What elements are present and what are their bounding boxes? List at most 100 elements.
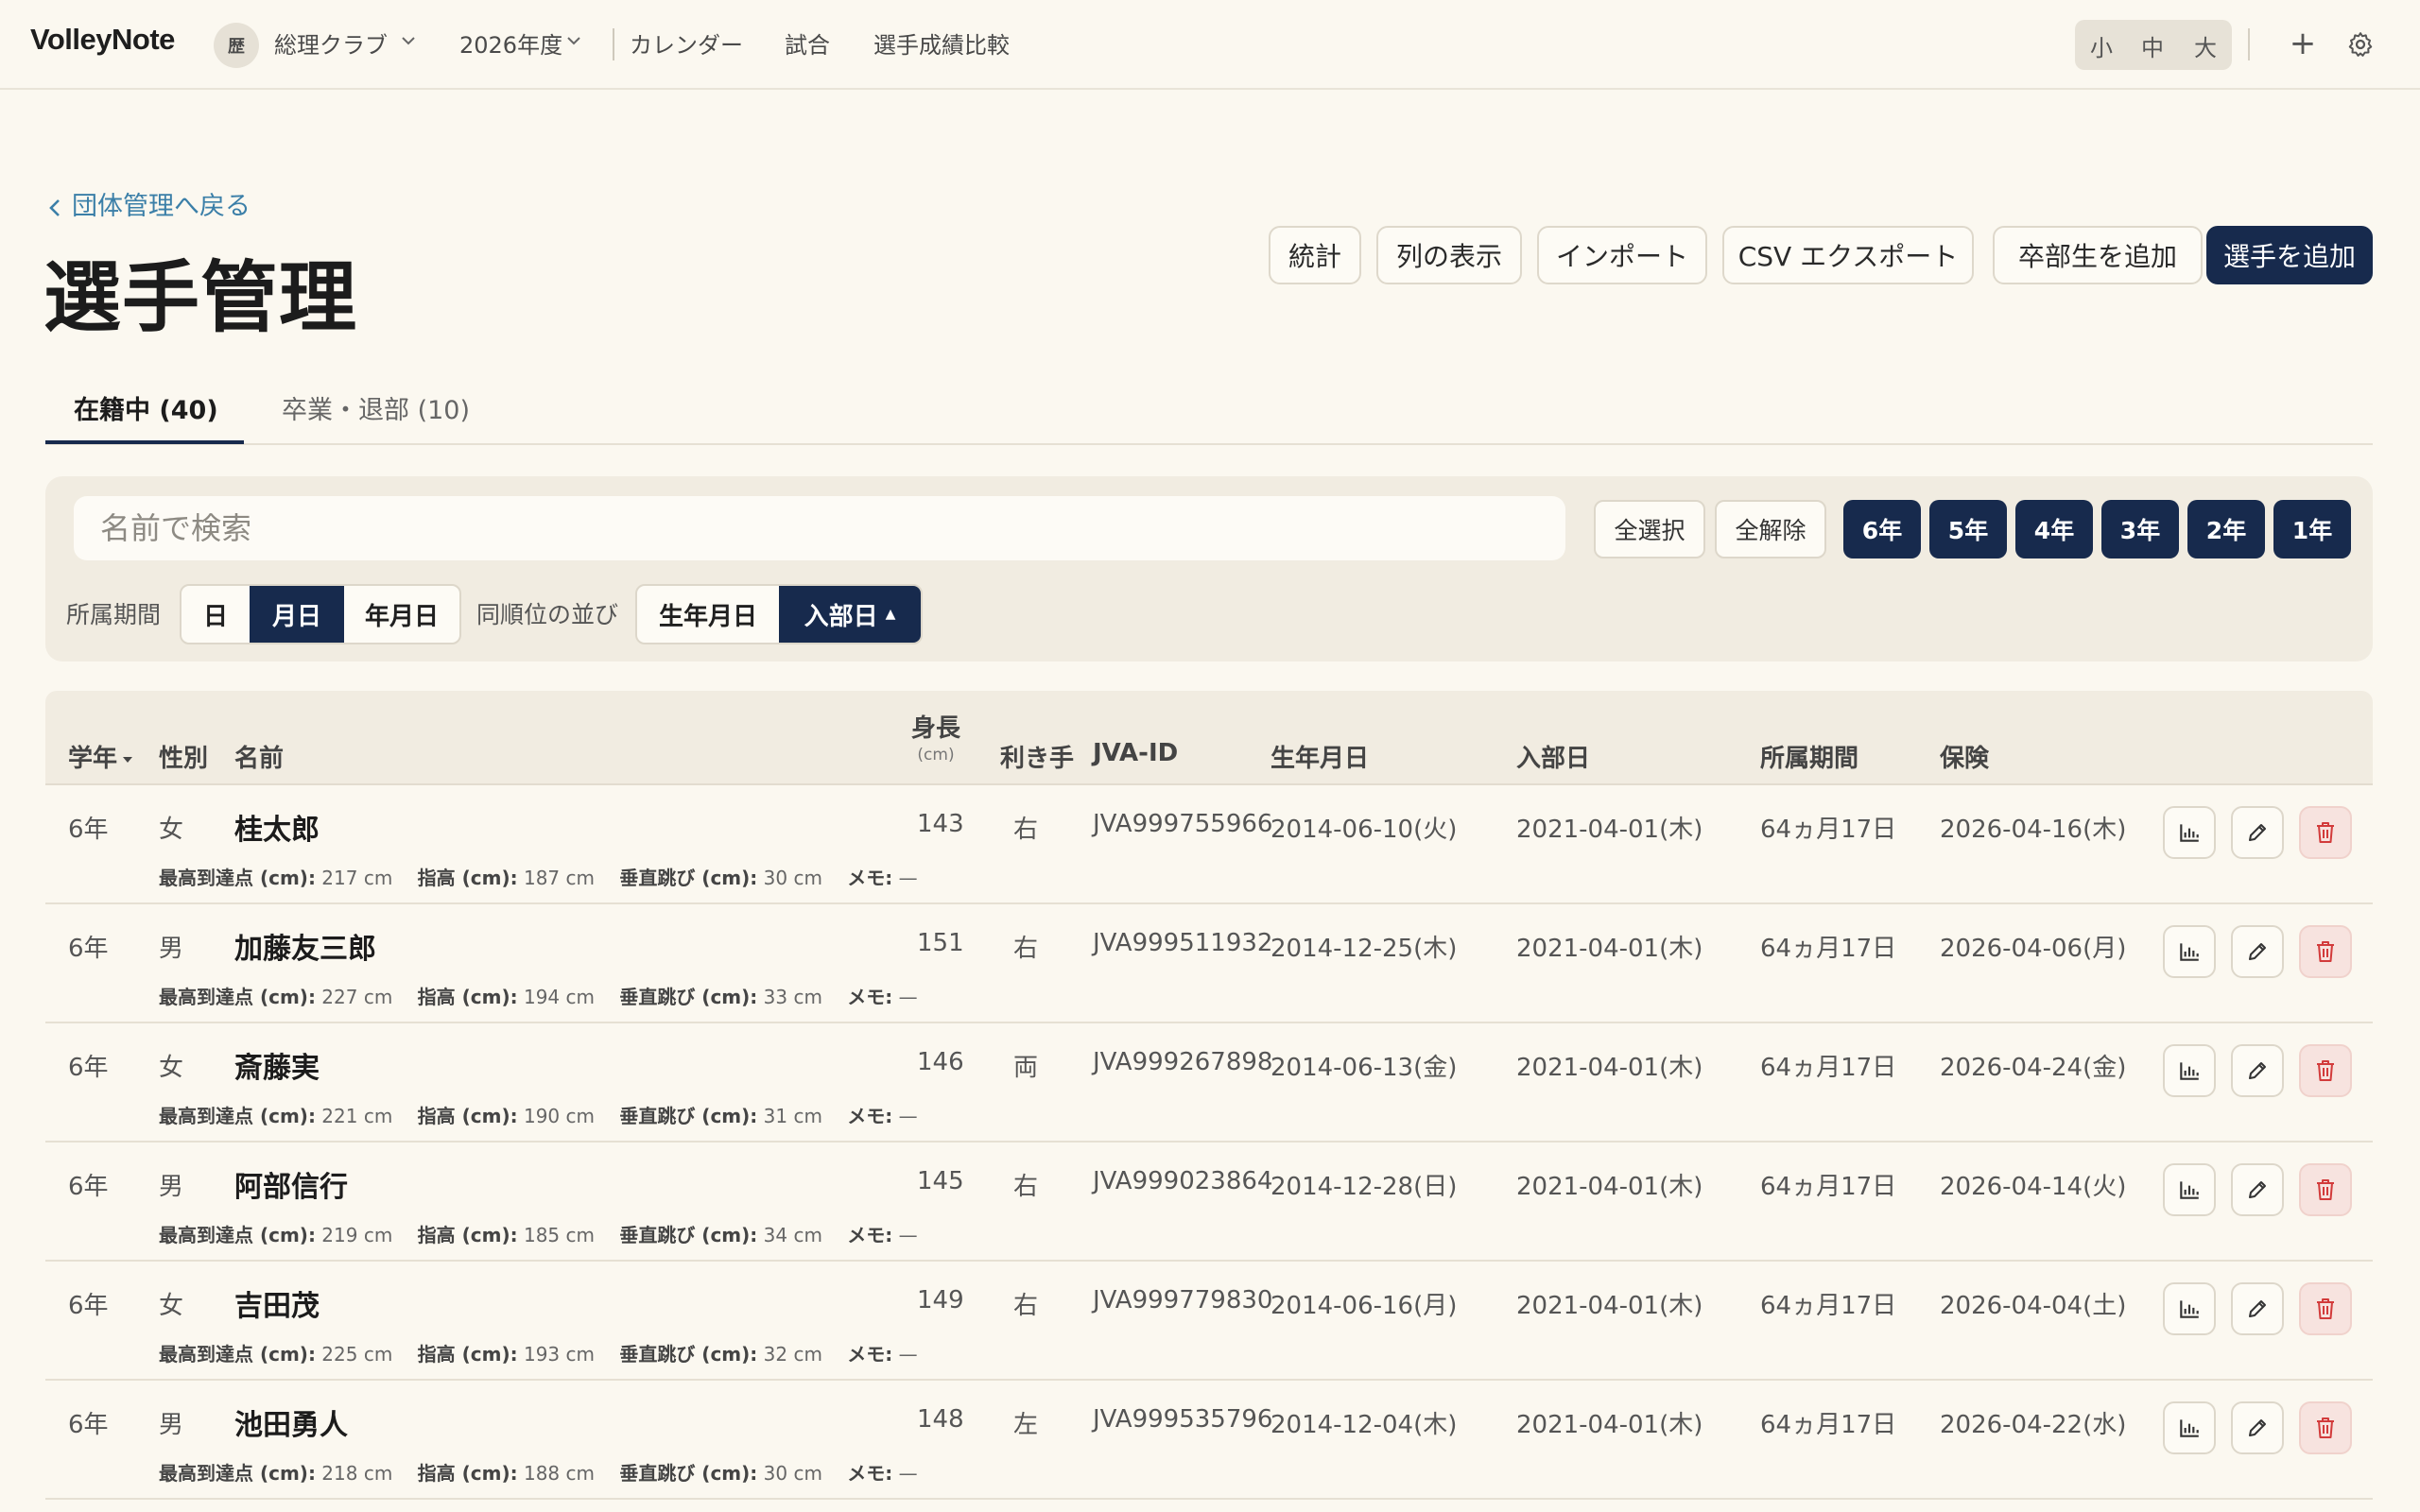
gear-icon[interactable] [2346, 30, 2375, 59]
font-size-small[interactable]: 小 [2090, 29, 2113, 62]
period-option-month-day[interactable]: 月日 [250, 586, 344, 643]
grade-filter-3[interactable]: 3年 [2101, 500, 2179, 558]
add-player-button[interactable]: 選手を追加 [2206, 226, 2373, 284]
delete-row-button[interactable] [2299, 1401, 2352, 1454]
cell-height: 143 [917, 810, 964, 838]
tie-order-join-date[interactable]: 入部日 ▲ [779, 586, 921, 643]
player-metrics: 最高到達点 (cm): 225 cm 指高 (cm): 193 cm 垂直跳び … [159, 1339, 918, 1366]
edit-row-button[interactable] [2231, 925, 2284, 978]
club-selector[interactable]: 総理クラブ [274, 26, 388, 60]
memo-value: — [898, 1105, 918, 1127]
column-header-grade[interactable]: 学年 [68, 739, 133, 774]
nav-player-compare[interactable]: 選手成績比較 [873, 26, 1010, 60]
cell-jva-id: JVA999511932 [1093, 929, 1273, 957]
search-input[interactable] [74, 496, 1565, 560]
cell-player-name[interactable]: 吉田茂 [234, 1282, 320, 1324]
period-format-toggle: 日 月日 年月日 [180, 584, 461, 644]
cell-birthdate: 2014-12-28(日) [1270, 1173, 1458, 1201]
column-header-jva-id: JVA-ID [1093, 739, 1179, 767]
column-header-name: 名前 [234, 745, 285, 773]
cell-player-name[interactable]: 阿部信行 [234, 1163, 348, 1205]
delete-row-button[interactable] [2299, 1044, 2352, 1097]
stats-row-button[interactable] [2163, 1044, 2216, 1097]
grade-filter-1[interactable]: 1年 [2273, 500, 2351, 558]
cell-jva-id: JVA999779830 [1093, 1286, 1273, 1314]
cell-player-name[interactable]: 斎藤実 [234, 1044, 320, 1086]
column-header-join-date: 入部日 [1516, 745, 1591, 773]
column-header-height: 身長 (cm) [909, 709, 962, 765]
add-graduate-button[interactable]: 卒部生を追加 [1993, 226, 2203, 284]
delete-row-button[interactable] [2299, 806, 2352, 859]
cell-player-name[interactable]: 加藤友三郎 [234, 925, 376, 967]
import-button[interactable]: インポート [1537, 226, 1707, 284]
chevron-down-icon[interactable] [564, 31, 583, 50]
stats-row-button[interactable] [2163, 806, 2216, 859]
tie-order-birthdate[interactable]: 生年月日 [637, 586, 779, 643]
pencil-icon [2249, 1300, 2266, 1317]
font-size-medium[interactable]: 中 [2141, 29, 2164, 62]
reach-value: 221 cm [321, 1105, 393, 1127]
standing-reach-label: 指高 (cm): [417, 1343, 518, 1366]
stats-button[interactable]: 統計 [1269, 226, 1361, 284]
table-row: 6年 女 桂太郎 143 右 JVA999755966 2014-06-10(火… [45, 785, 2373, 904]
edit-row-button[interactable] [2231, 1401, 2284, 1454]
edit-row-button[interactable] [2231, 1163, 2284, 1216]
trash-icon [2317, 1060, 2334, 1081]
cell-grade: 6年 [68, 1173, 109, 1201]
memo-value: — [898, 1462, 918, 1485]
csv-export-button[interactable]: CSV エクスポート [1722, 226, 1974, 284]
cell-player-name[interactable]: 桂太郎 [234, 806, 320, 848]
nav-matches[interactable]: 試合 [785, 26, 830, 60]
cell-hand: 右 [1013, 1292, 1039, 1320]
grade-filter-4[interactable]: 4年 [2015, 500, 2093, 558]
grade-filter-6[interactable]: 6年 [1843, 500, 1921, 558]
grade-filter-2[interactable]: 2年 [2187, 500, 2265, 558]
year-selector[interactable]: 2026年度 [459, 26, 562, 60]
columns-button[interactable]: 列の表示 [1376, 226, 1522, 284]
delete-row-button[interactable] [2299, 925, 2352, 978]
cell-join-date: 2021-04-01(木) [1516, 816, 1703, 844]
memo-value: — [898, 1224, 918, 1246]
nav-calendar[interactable]: カレンダー [630, 26, 743, 60]
memo-label: メモ: [847, 1224, 893, 1246]
period-option-day[interactable]: 日 [182, 586, 250, 643]
deselect-all-button[interactable]: 全解除 [1715, 500, 1826, 558]
edit-row-button[interactable] [2231, 806, 2284, 859]
table-row: 6年 女 吉田茂 149 右 JVA999779830 2014-06-16(月… [45, 1262, 2373, 1381]
column-header-period: 所属期間 [1760, 745, 1859, 773]
vertical-jump-label: 垂直跳び (cm): [619, 1224, 758, 1246]
memo-value: — [898, 986, 918, 1008]
grade-filter-5[interactable]: 5年 [1929, 500, 2007, 558]
pencil-icon [2249, 943, 2266, 960]
trash-icon [2317, 1418, 2334, 1438]
period-option-year-month-day[interactable]: 年月日 [344, 586, 459, 643]
stats-row-button[interactable] [2163, 1282, 2216, 1335]
back-link[interactable]: 団体管理へ戻る [47, 185, 251, 222]
delete-row-button[interactable] [2299, 1163, 2352, 1216]
cell-insurance: 2026-04-14(火) [1940, 1173, 2127, 1201]
cell-height: 146 [917, 1048, 964, 1076]
player-metrics: 最高到達点 (cm): 221 cm 指高 (cm): 190 cm 垂直跳び … [159, 1101, 918, 1128]
edit-row-button[interactable] [2231, 1282, 2284, 1335]
stats-row-button[interactable] [2163, 925, 2216, 978]
font-size-large[interactable]: 大 [2194, 29, 2217, 62]
tab-graduated[interactable]: 卒業・退部 (10) [282, 389, 470, 426]
select-all-button[interactable]: 全選択 [1594, 500, 1705, 558]
app-logo[interactable]: VolleyNote [30, 23, 175, 57]
standing-reach-label: 指高 (cm): [417, 1105, 518, 1127]
stats-row-button[interactable] [2163, 1163, 2216, 1216]
delete-row-button[interactable] [2299, 1282, 2352, 1335]
cell-join-date: 2021-04-01(木) [1516, 1173, 1703, 1201]
plus-icon[interactable]: + [2288, 26, 2318, 60]
chevron-down-icon[interactable] [399, 31, 418, 50]
edit-row-button[interactable] [2231, 1044, 2284, 1097]
standing-reach-value: 185 cm [523, 1224, 595, 1246]
memo-value: — [898, 1343, 918, 1366]
vertical-jump-label: 垂直跳び (cm): [619, 986, 758, 1008]
cell-insurance: 2026-04-16(木) [1940, 816, 2127, 844]
stats-row-button[interactable] [2163, 1401, 2216, 1454]
tab-active-members[interactable]: 在籍中 (40) [74, 389, 218, 426]
vertical-jump-value: 30 cm [763, 1462, 822, 1485]
cell-player-name[interactable]: 池田勇人 [234, 1401, 348, 1443]
club-avatar[interactable]: 歴 [214, 23, 259, 68]
